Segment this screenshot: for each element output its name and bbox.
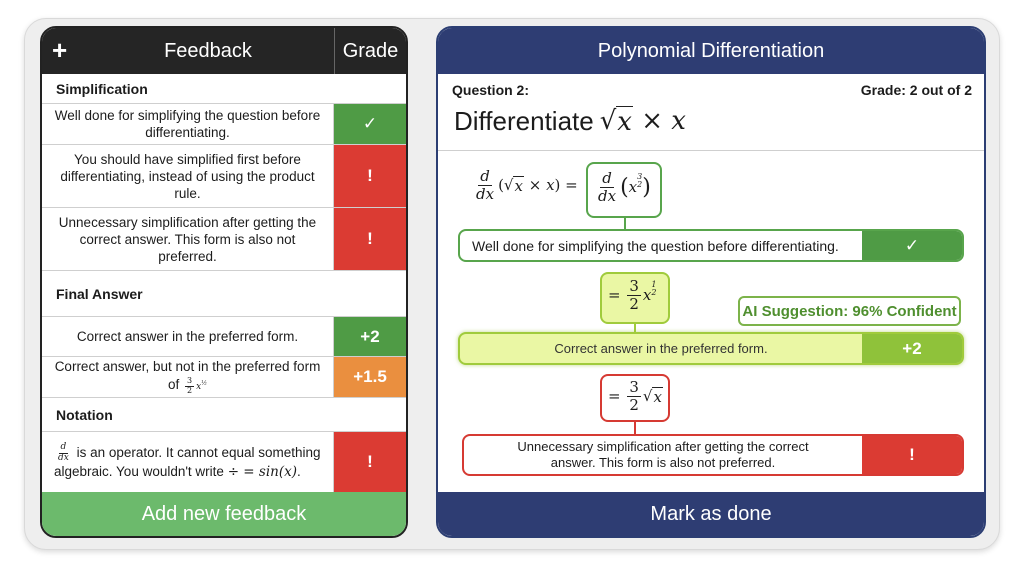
- step-feedback-bar[interactable]: Correct answer in the preferred form. +2: [458, 332, 964, 365]
- question-panel: Polynomial Differentiation Question 2: G…: [436, 26, 986, 538]
- step-math-box[interactable]: = 3 2 √ x: [600, 374, 670, 422]
- question-panel-title: Polynomial Differentiation: [438, 28, 984, 74]
- step-feedback-bar[interactable]: Unnecessary simplification after getting…: [462, 434, 964, 476]
- step-feedback-text: Correct answer in the preferred form.: [554, 341, 768, 356]
- feedback-row[interactable]: Correct answer in the preferred form. +2: [42, 317, 406, 357]
- feedback-text-container: d dx is an operator. It cannot equal some…: [42, 432, 334, 492]
- feedback-row[interactable]: You should have simplified first before …: [42, 145, 406, 208]
- feedback-text: Unnecessary simplification after getting…: [42, 208, 334, 270]
- math-expression: 3 2 x½: [185, 376, 208, 395]
- feedback-text-container: Correct answer, but not in the preferred…: [42, 357, 334, 397]
- feedback-column-header: Feedback: [164, 40, 252, 62]
- feedback-header: + Feedback Grade: [42, 28, 406, 74]
- feedback-row[interactable]: Unnecessary simplification after getting…: [42, 208, 406, 271]
- exclamation-icon: !: [862, 436, 962, 474]
- ai-suggestion-badge: AI Suggestion: 96% Confident: [738, 296, 961, 326]
- question-title: Differentiate √ x × x: [454, 106, 686, 137]
- plus-icon[interactable]: +: [52, 35, 74, 65]
- feedback-panel: + Feedback Grade Simplification Well don…: [40, 26, 408, 538]
- section-title-simplification: Simplification: [42, 74, 406, 104]
- step-math: d dx (√ x × x) =: [476, 167, 578, 203]
- check-icon[interactable]: ✓: [334, 104, 406, 144]
- grade-value[interactable]: +1.5: [334, 357, 406, 397]
- math-expression: d dx: [58, 441, 69, 463]
- mark-as-done-button[interactable]: Mark as done: [438, 492, 984, 536]
- grade-value[interactable]: +2: [334, 317, 406, 356]
- step-math-box[interactable]: = 32x12: [600, 272, 670, 324]
- feedback-row[interactable]: Correct answer, but not in the preferred…: [42, 357, 406, 398]
- feedback-text: Correct answer in the preferred form.: [42, 317, 334, 356]
- divider: [438, 150, 984, 151]
- exclamation-icon[interactable]: !: [334, 208, 406, 270]
- feedback-text-end: .: [297, 464, 301, 480]
- question-number: Question 2:: [452, 82, 530, 98]
- feedback-text: Well done for simplifying the question b…: [42, 104, 334, 144]
- section-title-final-answer: Final Answer: [42, 271, 406, 317]
- connector: [634, 422, 636, 434]
- add-feedback-button[interactable]: Add new feedback: [42, 492, 406, 536]
- step-feedback-bar[interactable]: Well done for simplifying the question b…: [458, 229, 964, 262]
- section-title-notation: Notation: [42, 398, 406, 432]
- step-math-box[interactable]: d dx (x 3 2): [586, 162, 662, 218]
- question-grade: Grade: 2 out of 2: [860, 82, 972, 98]
- exclamation-icon[interactable]: !: [334, 432, 406, 492]
- question-math: √ x × x: [599, 106, 686, 137]
- grade-column-header: Grade: [334, 28, 406, 74]
- feedback-text: You should have simplified first before …: [42, 145, 334, 207]
- step-feedback-text: Well done for simplifying the question b…: [472, 237, 839, 254]
- math-expression: ÷ = sin(x): [227, 464, 297, 481]
- question-text: Differentiate: [454, 106, 594, 136]
- grade-value: +2: [862, 334, 962, 363]
- feedback-row[interactable]: Well done for simplifying the question b…: [42, 104, 406, 145]
- feedback-row[interactable]: d dx is an operator. It cannot equal some…: [42, 432, 406, 492]
- check-icon: ✓: [862, 231, 962, 260]
- exclamation-icon[interactable]: !: [334, 145, 406, 207]
- step-feedback-text: Unnecessary simplification after getting…: [517, 439, 809, 470]
